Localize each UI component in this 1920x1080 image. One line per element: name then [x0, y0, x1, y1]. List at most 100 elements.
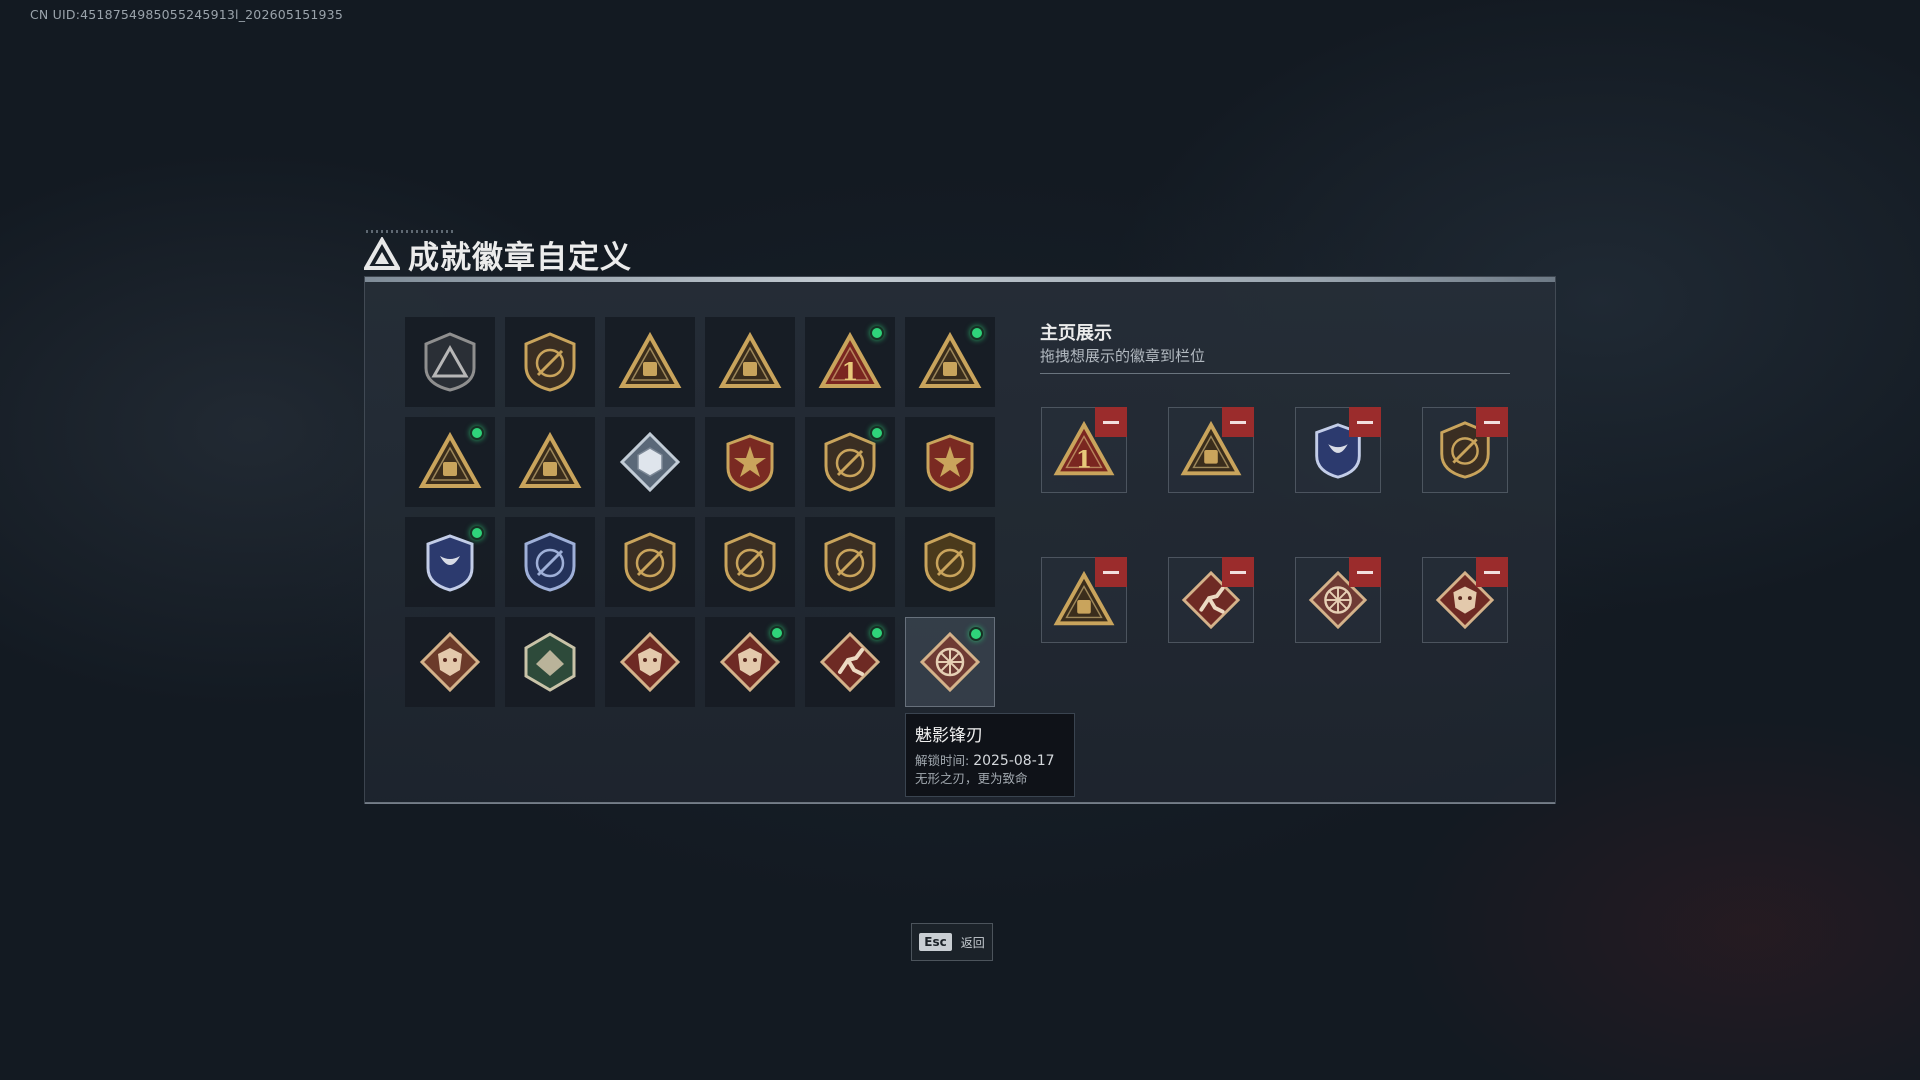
remove-button[interactable] [1349, 557, 1381, 587]
remove-button[interactable] [1095, 407, 1127, 437]
badge-slot[interactable] [705, 617, 795, 707]
showcase-slot[interactable] [1168, 407, 1254, 493]
badge-slot[interactable] [905, 317, 995, 407]
badge-slot[interactable] [705, 517, 795, 607]
new-indicator-dot [969, 627, 983, 641]
badge-slot[interactable] [605, 617, 695, 707]
showcase-divider [1040, 373, 1510, 374]
showcase-slot[interactable]: 1 [1041, 407, 1127, 493]
badge-slot[interactable] [505, 417, 595, 507]
esc-key-icon: Esc [919, 933, 952, 951]
triangle-shield-badge-icon [424, 332, 476, 392]
gold-eagle-triangle-badge-icon [518, 431, 582, 488]
badge-slot[interactable] [905, 617, 995, 707]
badge-slot[interactable] [905, 517, 995, 607]
minus-icon [1230, 570, 1246, 574]
badge-slot[interactable] [405, 417, 495, 507]
badge-slot[interactable] [805, 517, 895, 607]
badge-slot[interactable] [905, 417, 995, 507]
gold-hands-triangle-badge-icon [418, 431, 482, 488]
page-header: 成就徽章自定义 [364, 232, 632, 276]
page-title: 成就徽章自定义 [408, 239, 632, 276]
uid-label: CN UID:4518754985055245913l_202605151935 [30, 7, 343, 22]
remove-button[interactable] [1476, 557, 1508, 587]
badge-slot[interactable] [405, 617, 495, 707]
minus-icon [1357, 420, 1373, 424]
back-button[interactable]: Esc 返回 [911, 923, 993, 961]
badge-slot[interactable] [505, 617, 595, 707]
remove-button[interactable] [1222, 557, 1254, 587]
badge-slot[interactable] [605, 417, 695, 507]
badge-slot[interactable] [405, 517, 495, 607]
badge-tooltip: 魅影锋刃 解锁时间: 2025-08-17 无形之刃，更为致命 [905, 713, 1075, 797]
new-indicator-dot [870, 626, 884, 640]
tooltip-unlock-row: 解锁时间: 2025-08-17 [915, 752, 1065, 770]
minus-icon [1484, 420, 1500, 424]
badge-slot[interactable] [605, 517, 695, 607]
gold-tank-triangle-badge-icon [718, 331, 782, 388]
tooltip-description: 无形之刃，更为致命 [915, 771, 1028, 786]
badge-grid: 1 [405, 317, 995, 707]
gold-rifle-shield-badge-icon [924, 532, 976, 592]
bronze-rifle-shield-badge-2-icon [724, 532, 776, 592]
helicopter-shield-badge-icon [524, 332, 576, 392]
red-star-medal-badge-icon [726, 434, 774, 492]
new-indicator-dot [970, 326, 984, 340]
badge-slot[interactable] [805, 417, 895, 507]
showcase-title: 主页展示 [1040, 323, 1112, 344]
badge-slot[interactable] [405, 317, 495, 407]
blue-eagle-crest-badge-icon [426, 534, 474, 592]
back-label: 返回 [960, 935, 985, 950]
badge-slot[interactable]: 1 [805, 317, 895, 407]
minus-icon [1103, 570, 1119, 574]
showcase-slot[interactable] [1168, 557, 1254, 643]
tooltip-badge-name: 魅影锋刃 [915, 726, 983, 746]
silver-cube-diamond-badge-icon [619, 431, 681, 493]
badge-slot[interactable] [505, 317, 595, 407]
new-indicator-dot [470, 526, 484, 540]
new-indicator-dot [870, 426, 884, 440]
svg-text:1: 1 [1076, 446, 1092, 473]
dark-shield-crest-badge-icon [824, 432, 876, 492]
new-indicator-dot [470, 426, 484, 440]
remove-button[interactable] [1222, 407, 1254, 437]
panel-bottom-bar [365, 802, 1555, 804]
gold-bag-triangle-badge-icon [618, 331, 682, 388]
bronze-rifle-shield-badge-3-icon [824, 532, 876, 592]
showcase-slot[interactable] [1041, 557, 1127, 643]
showcase-grid: 1 [1041, 407, 1508, 643]
bronze-rifle-shield-badge-icon [624, 532, 676, 592]
remove-button[interactable] [1349, 407, 1381, 437]
minus-icon [1230, 420, 1246, 424]
tooltip-unlock-label: 解锁时间: [915, 753, 970, 768]
red-runner-diamond-badge-icon [819, 631, 881, 693]
tooltip-unlock-date: 2025-08-17 [973, 753, 1055, 769]
green-eagle-hex-badge-icon [524, 632, 576, 692]
badge-slot[interactable] [705, 317, 795, 407]
showcase-slot[interactable] [1295, 407, 1381, 493]
badge-slot[interactable] [605, 317, 695, 407]
svg-text:1: 1 [842, 357, 859, 386]
showcase-subtitle: 拖拽想展示的徽章到栏位 [1040, 347, 1206, 365]
number-one-triangle-badge-icon: 1 [818, 331, 882, 388]
badge-slot[interactable] [505, 517, 595, 607]
showcase-slot[interactable] [1295, 557, 1381, 643]
remove-button[interactable] [1095, 557, 1127, 587]
minus-icon [1357, 570, 1373, 574]
showcase-slot[interactable] [1422, 407, 1508, 493]
panel-top-bar [365, 277, 1555, 282]
new-indicator-dot [770, 626, 784, 640]
red-dragon-diamond-badge-icon [619, 631, 681, 693]
red-gold-crest-badge-icon [926, 434, 974, 492]
triangle-logo-icon [364, 237, 400, 270]
badge-panel: 1 魅影锋刃 解锁时间: 2025-08-17 无形之刃，更为致命 主页展示 拖… [364, 276, 1556, 804]
minus-icon [1103, 420, 1119, 424]
beast-diamond-badge-icon [419, 631, 481, 693]
showcase-slot[interactable] [1422, 557, 1508, 643]
remove-button[interactable] [1476, 407, 1508, 437]
badge-slot[interactable] [705, 417, 795, 507]
gold-cargo-triangle-badge-icon [918, 331, 982, 388]
red-dragon-diamond-badge-2-icon [719, 631, 781, 693]
new-indicator-dot [870, 326, 884, 340]
badge-slot[interactable] [805, 617, 895, 707]
